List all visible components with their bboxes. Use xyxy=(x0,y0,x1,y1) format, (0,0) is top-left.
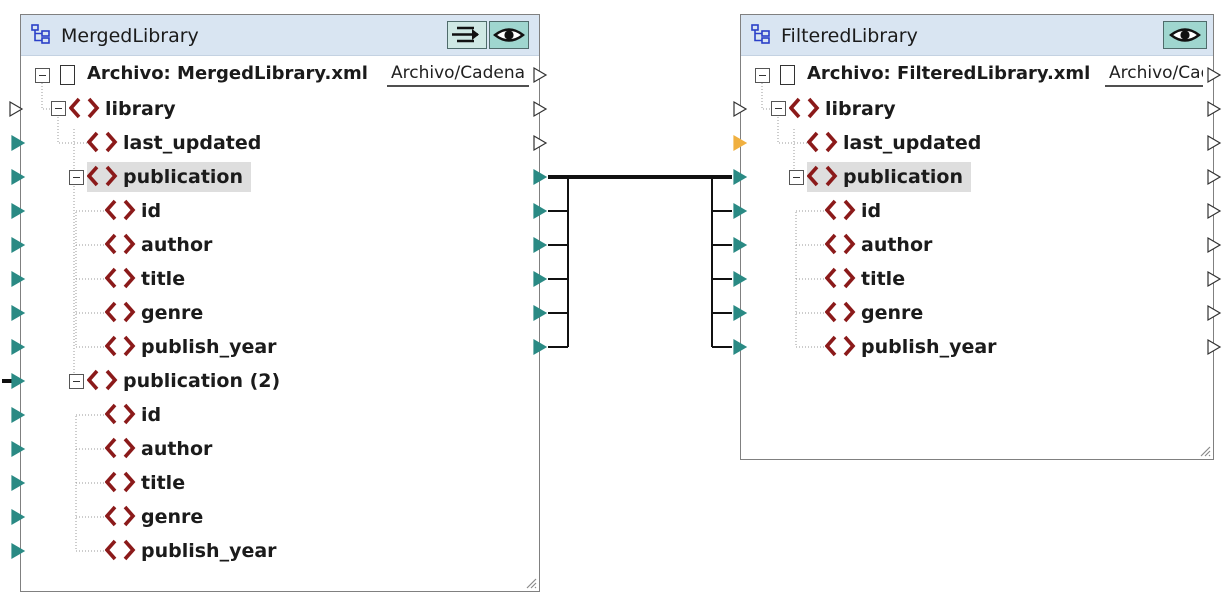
tree-node-title[interactable]: title xyxy=(105,264,193,294)
xml-element-icon xyxy=(789,97,823,119)
source-titlebar[interactable]: MergedLibrary xyxy=(21,15,539,56)
xml-element-icon xyxy=(87,165,121,187)
xml-element-icon xyxy=(87,131,121,153)
tree-node-publication-2[interactable]: publication (2) xyxy=(87,366,288,396)
tree-node-publish-year-2[interactable]: publish_year xyxy=(105,536,285,566)
document-icon xyxy=(780,65,795,85)
tree-node-id[interactable]: id xyxy=(105,196,169,226)
xml-element-icon xyxy=(105,335,139,357)
target-titlebar[interactable]: FilteredLibrary xyxy=(741,15,1213,56)
tree-node-id[interactable]: id xyxy=(825,196,889,226)
connection-bundle-target[interactable] xyxy=(711,177,732,348)
tree-node-author[interactable]: author xyxy=(105,230,220,260)
tree-node-id-2[interactable]: id xyxy=(105,400,169,430)
tree-node-author-2[interactable]: author xyxy=(105,434,220,464)
tree-node-library[interactable]: library xyxy=(69,94,184,124)
eye-icon xyxy=(493,28,525,42)
xml-element-icon xyxy=(69,97,103,119)
target-file-label: Archivo: FilteredLibrary.xml xyxy=(807,63,1091,84)
connection-bundle-source[interactable] xyxy=(548,177,569,348)
collapse-toggle[interactable] xyxy=(51,101,66,116)
preview-eye-button[interactable] xyxy=(1163,21,1207,49)
tree-node-genre-2[interactable]: genre xyxy=(105,502,211,532)
tree-node-publish-year[interactable]: publish_year xyxy=(825,332,1005,362)
tree-node-title-2[interactable]: title xyxy=(105,468,193,498)
xml-element-icon xyxy=(105,539,139,561)
xml-element-icon xyxy=(105,233,139,255)
tree-node-library[interactable]: library xyxy=(789,94,904,124)
xml-element-icon xyxy=(825,267,859,289)
target-file-field[interactable]: Archivo/Cadena xyxy=(1105,61,1203,87)
collapse-toggle[interactable] xyxy=(755,68,770,83)
tree-node-title[interactable]: title xyxy=(825,264,913,294)
preview-eye-button[interactable] xyxy=(489,21,529,49)
collapse-toggle[interactable] xyxy=(35,68,50,83)
tree-node-author[interactable]: author xyxy=(825,230,940,260)
source-file-field[interactable]: Archivo/Cadena xyxy=(387,61,529,87)
source-component[interactable]: MergedLibrary Archivo: MergedLibrary.xml… xyxy=(20,14,540,592)
xml-element-icon xyxy=(807,165,841,187)
xml-element-icon xyxy=(825,233,859,255)
xml-element-icon xyxy=(105,267,139,289)
xml-element-icon xyxy=(825,199,859,221)
resize-grip-icon[interactable] xyxy=(525,577,537,589)
xml-element-icon xyxy=(105,437,139,459)
xml-element-icon xyxy=(105,471,139,493)
collapse-toggle[interactable] xyxy=(771,101,786,116)
tree-node-genre[interactable]: genre xyxy=(825,298,931,328)
component-icon xyxy=(751,23,771,45)
target-component[interactable]: FilteredLibrary Archivo: FilteredLibrary… xyxy=(740,14,1214,460)
xml-element-icon xyxy=(825,335,859,357)
source-file-label: Archivo: MergedLibrary.xml xyxy=(87,63,368,84)
xml-element-icon xyxy=(105,199,139,221)
tree-node-publication[interactable]: publication xyxy=(87,162,252,192)
xml-element-icon xyxy=(87,369,121,391)
target-title: FilteredLibrary xyxy=(781,25,918,47)
xml-element-icon xyxy=(105,403,139,425)
tree-node-last-updated[interactable]: last_updated xyxy=(807,128,989,158)
source-title: MergedLibrary xyxy=(61,25,199,47)
tree-node-publish-year[interactable]: publish_year xyxy=(105,332,285,362)
collapse-toggle[interactable] xyxy=(789,170,804,185)
tree-node-publication[interactable]: publication xyxy=(807,162,972,192)
eye-icon xyxy=(1169,28,1201,42)
input-output-icon xyxy=(452,26,479,43)
xml-element-icon xyxy=(105,301,139,323)
resize-grip-icon[interactable] xyxy=(1199,445,1211,457)
xml-element-icon xyxy=(105,505,139,527)
document-icon xyxy=(60,65,75,85)
collapse-toggle[interactable] xyxy=(69,374,84,389)
collapse-toggle[interactable] xyxy=(69,170,84,185)
input-output-toggle-button[interactable] xyxy=(447,21,487,49)
xml-element-icon xyxy=(807,131,841,153)
tree-node-last-updated[interactable]: last_updated xyxy=(87,128,269,158)
tree-node-genre[interactable]: genre xyxy=(105,298,211,328)
xml-element-icon xyxy=(825,301,859,323)
component-icon xyxy=(31,23,51,45)
